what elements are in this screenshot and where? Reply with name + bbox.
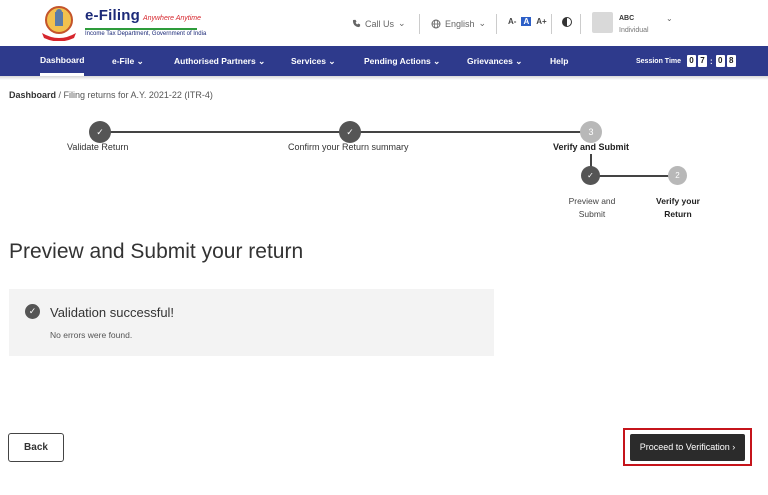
chevron-down-icon: ⌄: [515, 56, 523, 66]
nav-authorised-partners-label: Authorised Partners: [174, 56, 256, 66]
back-button[interactable]: Back: [8, 433, 64, 462]
user-name[interactable]: ABC: [619, 15, 634, 22]
nav-e-file[interactable]: e-File ⌄: [112, 46, 144, 76]
breadcrumb: Dashboard / Filing returns for A.Y. 2021…: [9, 90, 213, 100]
language-dropdown[interactable]: English ⌄: [431, 18, 486, 29]
validation-panel: ✓ Validation successful! No errors were …: [9, 289, 494, 356]
phone-icon: [352, 19, 361, 28]
substep-2-circle: 2: [668, 166, 687, 185]
check-icon: ✓: [89, 121, 111, 143]
step-confirm-summary: Confirm your Return summary: [288, 142, 409, 152]
main-nav: Dashboard e-File ⌄ Authorised Partners ⌄…: [0, 46, 768, 76]
nav-shadow: [0, 76, 768, 80]
call-us-dropdown[interactable]: Call Us ⌄: [352, 18, 406, 29]
divider: [419, 14, 420, 34]
breadcrumb-home[interactable]: Dashboard: [9, 90, 56, 100]
session-digit: 0: [715, 55, 725, 67]
chevron-down-icon: ⌄: [433, 56, 441, 66]
nav-authorised-partners[interactable]: Authorised Partners ⌄: [174, 46, 265, 76]
step-validate-return: Validate Return: [67, 142, 129, 152]
nav-e-file-label: e-File: [112, 56, 135, 66]
substep-track: [592, 175, 678, 177]
chevron-down-icon: ⌄: [136, 56, 144, 66]
brand-subtitle: Income Tax Department, Government of Ind…: [85, 28, 206, 37]
globe-icon: [431, 19, 441, 28]
contrast-icon[interactable]: [562, 17, 572, 27]
top-header: e-Filing Anywhere Anytime Income Tax Depa…: [0, 0, 768, 46]
session-digit: 8: [726, 55, 736, 67]
proceed-to-verification-button[interactable]: Proceed to Verification ›: [630, 434, 745, 461]
validation-title: Validation successful!: [50, 305, 175, 320]
session-time-label: Session Time: [636, 57, 682, 65]
substep-preview-line1: Preview and: [568, 196, 616, 206]
efiling-logo[interactable]: e-Filing Anywhere Anytime Income Tax Depa…: [38, 5, 206, 41]
check-circle-icon: ✓: [25, 304, 40, 319]
decrease-font-button[interactable]: A-: [508, 17, 516, 26]
session-digit: 7: [698, 55, 708, 67]
divider: [580, 14, 581, 34]
substep-verify-return: Verify your Return: [647, 195, 709, 221]
user-role: Individual: [619, 27, 649, 34]
brand-block: e-Filing Anywhere Anytime Income Tax Depa…: [85, 7, 206, 37]
page-title: Preview and Submit your return: [9, 240, 304, 263]
validation-message: No errors were found.: [50, 330, 133, 340]
substep-verify-line2: Return: [664, 209, 692, 219]
nav-services[interactable]: Services ⌄: [291, 46, 335, 76]
language-label: English: [445, 18, 475, 29]
emblem-icon: [42, 6, 76, 41]
nav-pending-actions[interactable]: Pending Actions ⌄: [364, 46, 440, 76]
chevron-down-icon[interactable]: ⌄: [666, 14, 673, 23]
call-us-label: Call Us: [365, 18, 395, 29]
nav-help[interactable]: Help: [550, 46, 568, 76]
divider: [551, 14, 552, 34]
check-icon: ✓: [581, 166, 600, 185]
nav-services-label: Services: [291, 56, 326, 66]
brand-name: e-Filing: [85, 7, 140, 24]
nav-grievances[interactable]: Grievances ⌄: [467, 46, 522, 76]
chevron-down-icon: ⌄: [328, 56, 336, 66]
chevron-down-icon: ⌄: [398, 18, 406, 28]
session-colon: :: [710, 56, 713, 66]
substep-preview-line2: Submit: [578, 209, 606, 219]
chevron-down-icon: ⌄: [478, 18, 487, 28]
nav-pending-actions-label: Pending Actions: [364, 56, 431, 66]
breadcrumb-current: / Filing returns for A.Y. 2021-22 (ITR-4…: [56, 90, 213, 100]
default-font-button[interactable]: A: [521, 17, 532, 26]
brand-tagline: Anywhere Anytime: [142, 15, 202, 22]
check-icon: ✓: [339, 121, 361, 143]
nav-grievances-label: Grievances: [467, 56, 513, 66]
increase-font-button[interactable]: A+: [536, 17, 546, 26]
session-timer: Session Time 0 7 : 0 8: [636, 55, 736, 67]
avatar[interactable]: [592, 12, 613, 33]
session-digit: 0: [687, 55, 697, 67]
substep-preview-submit: Preview and Submit: [561, 195, 623, 221]
chevron-down-icon: ⌄: [258, 56, 266, 66]
substep-verify-line1: Verify your: [656, 196, 700, 206]
chevron-right-icon: ›: [732, 442, 736, 452]
nav-dashboard[interactable]: Dashboard: [40, 46, 85, 76]
step-3-circle: 3: [580, 121, 602, 143]
divider: [496, 14, 497, 34]
step-verify-submit: Verify and Submit: [553, 142, 630, 152]
proceed-label: Proceed to Verification: [639, 442, 730, 452]
font-size-controls: A- A A+: [508, 17, 547, 26]
